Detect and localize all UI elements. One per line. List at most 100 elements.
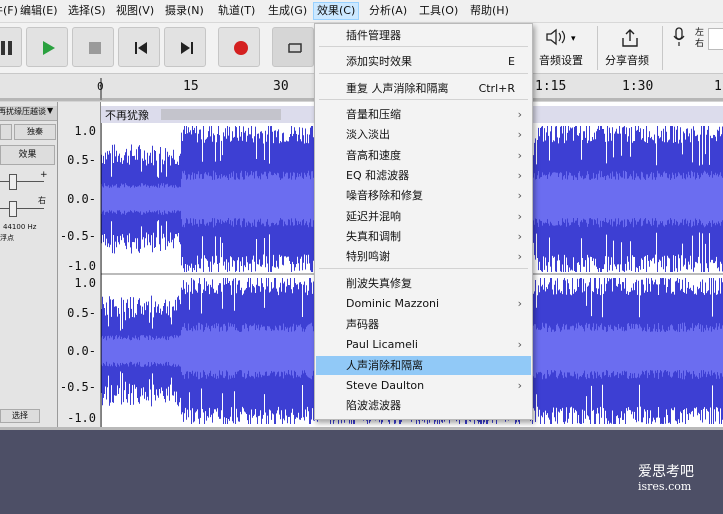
effects-dropdown-menu: 插件管理器 添加实时效果 E 重复 人声消除和隔离 Ctrl+R 音量和压缩 › 淡入淡出 › 音…	[314, 23, 533, 420]
effects-menu-item[interactable]: 削波失真修复	[316, 274, 531, 293]
effects-menu-item[interactable]: 音高和速度 ›	[316, 146, 531, 165]
record-icon	[234, 41, 248, 55]
effects-menu-item[interactable]: 声码器	[316, 315, 531, 334]
menu-item-label: 音高和速度	[346, 149, 401, 162]
menu-item-label: Steve Daulton	[346, 379, 425, 392]
effects-menu-item[interactable]: 添加实时效果 E	[316, 52, 531, 71]
stop-button[interactable]	[72, 27, 114, 67]
effects-menu-item[interactable]: 重复 人声消除和隔离 Ctrl+R	[316, 79, 531, 98]
axis-label: -0.5-	[59, 380, 96, 394]
microphone-icon	[673, 27, 685, 46]
menu-tools[interactable]: 工具(O)	[416, 3, 461, 19]
chevron-right-icon: ›	[517, 210, 522, 223]
skip-end-icon	[181, 42, 193, 54]
menu-item-label: 声码器	[346, 318, 379, 331]
toolbar-divider	[662, 26, 663, 70]
menu-item-label: 噪音移除和修复	[346, 189, 423, 202]
effects-menu-item[interactable]: Paul Licameli ›	[316, 335, 531, 354]
amplitude-axis: 1.0 0.5- 0.0- -0.5- -1.0 1.0 0.5- 0.0- -…	[58, 102, 101, 427]
menu-item-label: Dominic Mazzoni	[346, 297, 440, 310]
gain-slider[interactable]: +	[0, 170, 48, 191]
effects-menu-item[interactable]: 失真和调制 ›	[316, 227, 531, 246]
watermark-url: isres.com	[638, 480, 692, 493]
loop-button[interactable]	[272, 27, 314, 67]
axis-label: -1.0	[67, 259, 96, 273]
play-icon	[43, 41, 55, 55]
axis-label: 0.0-	[67, 192, 96, 206]
watermark-title: 爱思考吧	[638, 464, 694, 480]
chevron-right-icon: ›	[517, 230, 522, 243]
menu-separator	[319, 46, 528, 47]
effects-menu-item[interactable]: Steve Daulton ›	[316, 376, 531, 395]
track-name-button[interactable]: 再扰缘压越谈 ▼	[0, 106, 57, 121]
chevron-right-icon: ›	[517, 297, 522, 310]
menu-generate[interactable]: 生成(G)	[265, 3, 310, 19]
effects-menu-item[interactable]: 人声消除和隔离	[316, 356, 531, 375]
menu-item-label: Paul Licameli	[346, 338, 418, 351]
blurred-region	[161, 109, 281, 120]
menu-tracks[interactable]: 轨道(T)	[215, 3, 258, 19]
effects-menu-item[interactable]: EQ 和滤波器 ›	[316, 166, 531, 185]
solo-button[interactable]: 独秦	[14, 124, 56, 140]
chevron-down-icon: ▼	[47, 106, 54, 115]
effects-menu-item[interactable]: 音量和压缩 ›	[316, 105, 531, 124]
menu-help[interactable]: 帮助(H)	[467, 3, 512, 19]
pause-button[interactable]	[0, 27, 22, 67]
menu-edit[interactable]: 编辑(E)	[17, 3, 61, 19]
mute-button[interactable]	[0, 124, 12, 140]
play-button[interactable]	[26, 27, 68, 67]
channel-right-label: 右	[695, 39, 705, 49]
audio-setup-button[interactable]: ▾ 音频设置	[533, 25, 593, 71]
slider-thumb	[9, 174, 17, 190]
menu-view[interactable]: 视图(V)	[113, 3, 157, 19]
track-name: 再扰缘压越谈	[0, 107, 46, 116]
axis-label: 0.0-	[67, 344, 96, 358]
menu-item-label: 添加实时效果	[346, 55, 412, 68]
chevron-right-icon: ›	[517, 338, 522, 351]
menu-separator	[319, 268, 528, 269]
pan-slider[interactable]: 右	[0, 196, 46, 218]
menu-separator	[319, 99, 528, 100]
chevron-right-icon: ›	[517, 250, 522, 263]
effects-menu-item[interactable]: 延迟并混响 ›	[316, 207, 531, 226]
speaker-icon: ▾	[546, 28, 576, 46]
axis-label: 1.0	[74, 124, 96, 138]
svg-text:▾: ▾	[571, 34, 576, 44]
pause-icon	[1, 41, 12, 55]
menu-item-label: 人声消除和隔离	[346, 359, 423, 372]
select-track-button[interactable]: 选择	[0, 409, 40, 423]
effects-menu-item[interactable]: 陷波滤波器	[316, 396, 531, 415]
level-meter[interactable]	[708, 28, 723, 50]
menu-select[interactable]: 选择(S)	[65, 3, 109, 19]
skip-start-button[interactable]	[118, 27, 160, 67]
menu-record[interactable]: 摄录(N)	[162, 3, 207, 19]
effects-menu-item[interactable]: 插件管理器	[316, 26, 531, 45]
clip-title: 不再犹豫	[105, 109, 149, 122]
pan-right-label: 右	[38, 196, 46, 205]
effects-menu-item[interactable]: 淡入淡出 ›	[316, 125, 531, 144]
skip-end-button[interactable]	[164, 27, 206, 67]
effects-button[interactable]: 效果	[0, 145, 55, 165]
menu-item-label: 重复 人声消除和隔离	[346, 82, 449, 95]
skip-start-icon	[135, 42, 147, 54]
menu-bar: 文件(F) 编辑(E) 选择(S) 视图(V) 摄录(N) 轨道(T) 生成(G…	[0, 0, 723, 23]
menu-item-label: 延迟并混响	[346, 210, 401, 223]
ruler-tick: 1:15	[535, 79, 567, 94]
ruler-tick: 0	[97, 80, 104, 93]
menu-item-shortcut: Ctrl+R	[478, 82, 515, 95]
empty-track-area[interactable]	[0, 427, 723, 514]
effects-menu-item[interactable]: 特别鸣谢 ›	[316, 247, 531, 266]
axis-label: 0.5-	[67, 306, 96, 320]
menu-effects[interactable]: 效果(C)	[313, 2, 360, 20]
share-audio-button[interactable]: 分享音频	[603, 25, 658, 71]
menu-item-label: 淡入淡出	[346, 128, 390, 141]
record-button[interactable]	[218, 27, 260, 67]
menu-item-label: 特别鸣谢	[346, 250, 390, 263]
axis-label: -0.5-	[59, 229, 96, 243]
chevron-right-icon: ›	[517, 379, 522, 392]
effects-menu-item[interactable]: Dominic Mazzoni ›	[316, 294, 531, 313]
menu-analyze[interactable]: 分析(A)	[366, 3, 410, 19]
ruler-tick: 30	[273, 79, 289, 94]
effects-menu-item[interactable]: 噪音移除和修复 ›	[316, 186, 531, 205]
loop-icon	[288, 43, 302, 53]
